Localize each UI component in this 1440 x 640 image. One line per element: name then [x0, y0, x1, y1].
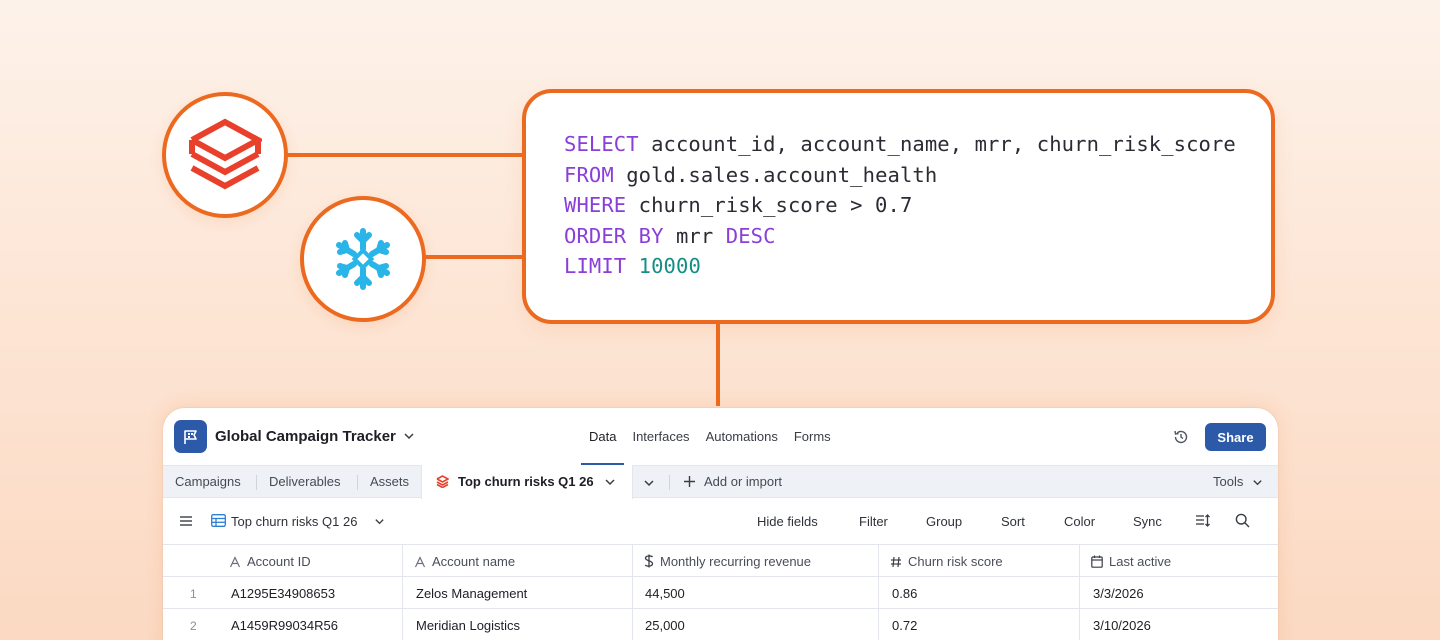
tab-assets[interactable]: Assets	[370, 466, 409, 498]
hamburger-menu-icon[interactable]	[179, 514, 193, 528]
sql-text: account_id, account_name, mrr, churn_ris…	[638, 132, 1236, 156]
sql-keyword: LIMIT	[564, 254, 627, 278]
plus-icon[interactable]	[683, 475, 696, 488]
sql-line: SELECT account_id, account_name, mrr, ch…	[564, 129, 1271, 160]
hide-fields-button[interactable]: Hide fields	[757, 514, 818, 529]
app-topbar: Global Campaign Tracker Data Interfaces …	[163, 408, 1278, 465]
column-header-label: Account name	[432, 554, 516, 569]
tab-campaigns[interactable]: Campaigns	[175, 466, 241, 498]
history-icon[interactable]	[1173, 429, 1189, 445]
row-number: 2	[190, 619, 197, 633]
grid-header-row: Account ID Account name Monthly recurrin…	[163, 545, 1278, 577]
sql-number: 10000	[638, 254, 701, 278]
column-header-churn-risk[interactable]: Churn risk score	[890, 545, 1003, 577]
sql-keyword: DESC	[725, 223, 776, 248]
column-header-account-id[interactable]: Account ID	[229, 545, 311, 577]
cell-mrr[interactable]: 25,000	[645, 609, 685, 640]
sql-keyword: FROM	[564, 162, 614, 187]
sql-query-code: SELECT account_id, account_name, mrr, ch…	[564, 129, 1271, 282]
text-field-icon	[414, 556, 426, 568]
cell-mrr[interactable]: 44,500	[645, 577, 685, 609]
number-field-icon	[891, 556, 901, 568]
cell-churn-risk[interactable]: 0.72	[892, 609, 917, 640]
sort-button[interactable]: Sort	[1001, 514, 1025, 529]
search-icon[interactable]	[1235, 513, 1250, 528]
tab-deliverables[interactable]: Deliverables	[269, 466, 341, 498]
tab-divider	[256, 475, 257, 490]
sql-line: LIMIT 10000	[564, 251, 1271, 282]
column-header-mrr[interactable]: Monthly recurring revenue	[644, 545, 811, 577]
row-height-icon[interactable]	[1195, 513, 1210, 528]
nav-data[interactable]: Data	[581, 408, 625, 465]
cell-account-name[interactable]: Zelos Management	[416, 577, 527, 609]
sql-line: WHERE churn_risk_score > 0.7	[564, 190, 1271, 221]
sql-line: FROM gold.sales.account_health	[564, 160, 1271, 191]
sql-line: ORDER BY mrr DESC	[564, 221, 1271, 252]
sql-keyword: WHERE	[564, 193, 627, 217]
sql-query-card: SELECT account_id, account_name, mrr, ch…	[522, 89, 1275, 324]
connector-snowflake	[424, 255, 526, 259]
flag-icon	[183, 429, 197, 444]
chevron-down-icon[interactable]	[403, 430, 415, 442]
sql-keyword: ORDER BY	[564, 223, 664, 248]
view-toolbar: Top churn risks Q1 26 Hide fields Filter…	[163, 498, 1278, 545]
tab-top-churn-risks[interactable]: Top churn risks Q1 26	[421, 465, 633, 499]
cell-account-name[interactable]: Meridian Logistics	[416, 609, 520, 640]
databricks-logo-badge	[162, 92, 288, 218]
base-title[interactable]: Global Campaign Tracker	[215, 428, 396, 445]
cell-account-id[interactable]: A1459R99034R56	[231, 609, 338, 640]
cell-churn-risk[interactable]: 0.86	[892, 577, 917, 609]
chevron-down-icon[interactable]	[1252, 477, 1263, 488]
chevron-down-icon[interactable]	[643, 477, 655, 489]
cell-last-active[interactable]: 3/10/2026	[1093, 609, 1151, 640]
top-nav: Data Interfaces Automations Forms	[581, 408, 839, 465]
calendar-icon	[1091, 555, 1103, 568]
cell-last-active[interactable]: 3/3/2026	[1093, 577, 1144, 609]
group-button[interactable]: Group	[926, 514, 962, 529]
column-header-label: Last active	[1109, 554, 1172, 569]
chevron-down-icon[interactable]	[604, 476, 616, 488]
tab-active-label: Top churn risks Q1 26	[458, 474, 594, 489]
tab-divider	[357, 475, 358, 490]
sql-text: churn_risk_score > 0.7	[626, 193, 913, 217]
column-header-label: Account ID	[247, 554, 311, 569]
tab-divider	[669, 475, 670, 490]
table-row[interactable]: 2 A1459R99034R56 Meridian Logistics 25,0…	[163, 609, 1278, 640]
cell-account-id[interactable]: A1295E34908653	[231, 577, 335, 609]
sql-text: gold.sales.account_health	[613, 162, 938, 187]
filter-button[interactable]: Filter	[859, 514, 888, 529]
connector-app	[716, 322, 720, 406]
sql-keyword: SELECT	[564, 132, 639, 156]
color-button[interactable]: Color	[1064, 514, 1095, 529]
databricks-icon	[436, 475, 449, 488]
add-or-import-button[interactable]: Add or import	[704, 466, 782, 498]
currency-field-icon	[644, 554, 654, 568]
records-grid: Account ID Account name Monthly recurrin…	[163, 545, 1278, 640]
table-row[interactable]: 1 A1295E34908653 Zelos Management 44,500…	[163, 577, 1278, 609]
grid-view-icon	[211, 514, 226, 527]
share-button[interactable]: Share	[1205, 423, 1266, 451]
nav-interfaces[interactable]: Interfaces	[624, 408, 697, 465]
chevron-down-icon[interactable]	[374, 516, 385, 527]
nav-forms[interactable]: Forms	[786, 408, 839, 465]
row-number: 1	[190, 587, 197, 601]
column-header-account-name[interactable]: Account name	[414, 545, 515, 577]
app-window: Global Campaign Tracker Data Interfaces …	[163, 408, 1278, 640]
snowflake-logo-icon	[336, 228, 390, 290]
view-name[interactable]: Top churn risks Q1 26	[231, 514, 357, 529]
sync-button[interactable]: Sync	[1133, 514, 1162, 529]
sql-text: mrr	[663, 223, 726, 248]
databricks-logo-icon	[189, 118, 262, 190]
column-header-last-active[interactable]: Last active	[1091, 545, 1171, 577]
column-header-label: Churn risk score	[908, 554, 1003, 569]
tools-menu[interactable]: Tools	[1213, 466, 1243, 498]
text-field-icon	[229, 556, 241, 568]
snowflake-logo-badge	[300, 196, 426, 322]
nav-automations[interactable]: Automations	[698, 408, 786, 465]
base-logo[interactable]	[174, 420, 207, 453]
column-header-label: Monthly recurring revenue	[660, 554, 812, 569]
table-tabs-bar: Campaigns Deliverables Assets Top churn …	[163, 465, 1278, 499]
connector-databricks	[286, 153, 526, 157]
